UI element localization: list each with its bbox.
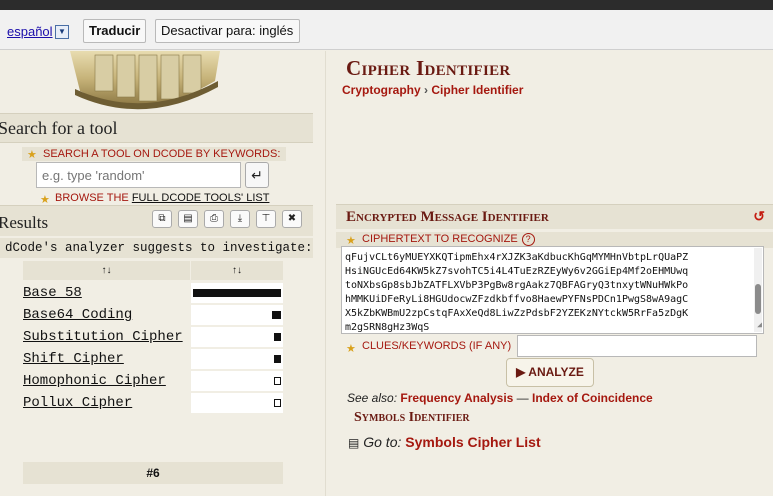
section-title: Encrypted Message Identifier [346,209,549,225]
analyzer-text: dCode's analyzer suggests to investigate… [5,241,313,255]
list-icon: ▤ [348,436,360,450]
disable-translation-button[interactable]: Desactivar para: inglés [155,19,300,43]
ciphertext-line: qFujvCLt6yMUEYXKQTipmEhx4rXJZK3aKdbucKhG… [345,252,689,263]
result-link[interactable]: Base64 Coding [23,305,190,325]
results-heading: Results [0,213,49,232]
dropdown-arrow-icon[interactable]: ▼ [55,25,69,39]
search-heading-box: Search for a tool [0,113,313,143]
browser-chrome-strip [0,0,773,10]
full-tools-list-link[interactable]: FULL DCODE TOOLS' LIST [132,192,270,204]
analyze-button[interactable]: ▶ ANALYZE [506,358,594,387]
pin-button[interactable]: ⊤ [256,210,276,228]
ciphertext-line: X5kZbKWBmU2zpCstqFAxXeQd8LiwZzPdsbF2YZEK… [345,308,689,319]
table-row: Substitution Cipher [23,327,283,347]
ciphertext-scrollbar-thumb[interactable] [755,284,761,314]
main-panel: Cipher Identifier Cryptography › Cipher … [326,51,773,496]
symbols-identifier-heading[interactable]: Symbols Identifier [354,410,470,426]
score-bar [274,399,281,407]
tool-search-input[interactable] [36,162,241,188]
table-row: Base64 Coding [23,305,283,325]
search-label: SEARCH A TOOL ON DCODE BY KEYWORDS: [43,148,281,160]
translate-bar: español ▼ Traducir Desactivar para: ingl… [0,10,773,50]
cryptex-logo-image [70,51,220,110]
search-submit-button[interactable]: ↵ [245,162,269,188]
score-bar [193,289,281,297]
close-icon: ✖ [287,213,297,224]
ciphertext-label-text: CIPHERTEXT TO RECOGNIZE [362,233,518,245]
table-row: Pollux Cipher [23,393,283,413]
score-cell [191,283,283,303]
score-cell [191,371,283,391]
section-header: Encrypted Message Identifier ↺ [336,205,773,229]
score-bar [274,355,281,363]
result-link[interactable]: Homophonic Cipher [23,371,190,391]
copy-icon: ⧉ [158,213,166,224]
score-cell [191,393,283,413]
save-button[interactable]: ▤ [178,210,198,228]
score-cell [191,305,283,325]
refresh-icon[interactable]: ↺ [753,208,765,225]
browse-prefix: BROWSE THE [55,192,129,204]
score-bar [272,311,281,319]
browse-line: BROWSE THE FULL DCODE TOOLS' LIST [55,192,269,204]
breadcrumb-current[interactable]: Cipher Identifier [431,83,523,97]
result-link[interactable]: Substitution Cipher [23,327,190,347]
score-cell [191,327,283,347]
search-heading: Search for a tool [0,118,118,138]
star-icon: ★ [346,343,356,355]
print-icon: ⎙ [210,213,218,224]
star-icon: ★ [27,149,37,161]
print-button[interactable]: ⎙ [204,210,224,228]
ciphertext-label: CIPHERTEXT TO RECOGNIZE? [362,233,535,246]
result-link[interactable]: Pollux Cipher [23,393,190,413]
score-bar [274,377,281,385]
page-title: Cipher Identifier [346,56,511,80]
symbols-cipher-list-link[interactable]: Symbols Cipher List [405,434,540,450]
close-button[interactable]: ✖ [282,210,302,228]
table-row: Shift Cipher [23,349,283,369]
encrypted-message-section: Encrypted Message Identifier ↺ ★ CIPHERT… [336,204,773,450]
enter-icon: ↵ [251,167,263,183]
clues-input[interactable] [517,335,757,357]
table-row: Homophonic Cipher [23,371,283,391]
goto-line: ▤ Go to: Symbols Cipher List [348,434,541,450]
results-footer: #6 [23,462,283,484]
result-link[interactable]: Shift Cipher [23,349,190,369]
ciphertext-textarea[interactable]: qFujvCLt6yMUEYXKQTipmEhx4rXJZK3aKdbucKhG… [341,246,764,334]
left-panel: Search for a tool ★ SEARCH A TOOL ON DCO… [0,51,325,496]
breadcrumb: Cryptography › Cipher Identifier [342,83,523,97]
result-link[interactable]: Base 58 [23,283,190,303]
clues-label: CLUES/KEYWORDS (IF ANY) [362,340,512,352]
pin-icon: ⊤ [261,213,271,224]
ciphertext-line: toNXbsGp8sbJbZATFLXVbP3PgBw8rgAakz7QBFAG… [345,280,689,291]
sort-score-header[interactable]: ↑↓ [191,261,283,280]
see-also: See also: Frequency Analysis — Index of … [347,391,653,405]
save-icon: ▤ [183,213,193,224]
see-also-dash: — [516,391,529,405]
ciphertext-line: HsiNGUcEd64KW5kZ7svohTC5i4L4TuEzRZEyWy6v… [345,266,689,277]
ciphertext-line: hMMKUiDFeRyLi8HGUdocwZFzdkbffvo8HaewPYFN… [345,294,689,305]
translate-button[interactable]: Traducir [83,19,146,43]
resize-handle-icon[interactable]: ◢ [757,318,762,332]
breadcrumb-separator: › [424,83,429,97]
sort-name-header[interactable]: ↑↓ [23,261,190,280]
download-icon: ⤓ [237,213,243,224]
download-button[interactable]: ⤓ [230,210,250,228]
language-link[interactable]: español [7,24,53,39]
see-also-label: See also: [347,391,398,405]
copy-button[interactable]: ⧉ [152,210,172,228]
frequency-analysis-link[interactable]: Frequency Analysis [400,391,513,405]
goto-label: Go to: [363,434,402,450]
table-row: Base 58 [23,283,283,303]
help-icon[interactable]: ? [521,233,535,246]
score-bar [274,333,281,341]
ciphertext-line: m2gSRN8gHz3WqS [345,322,430,333]
index-of-coincidence-link[interactable]: Index of Coincidence [532,391,653,405]
score-cell [191,349,283,369]
breadcrumb-cryptography[interactable]: Cryptography [342,83,421,97]
